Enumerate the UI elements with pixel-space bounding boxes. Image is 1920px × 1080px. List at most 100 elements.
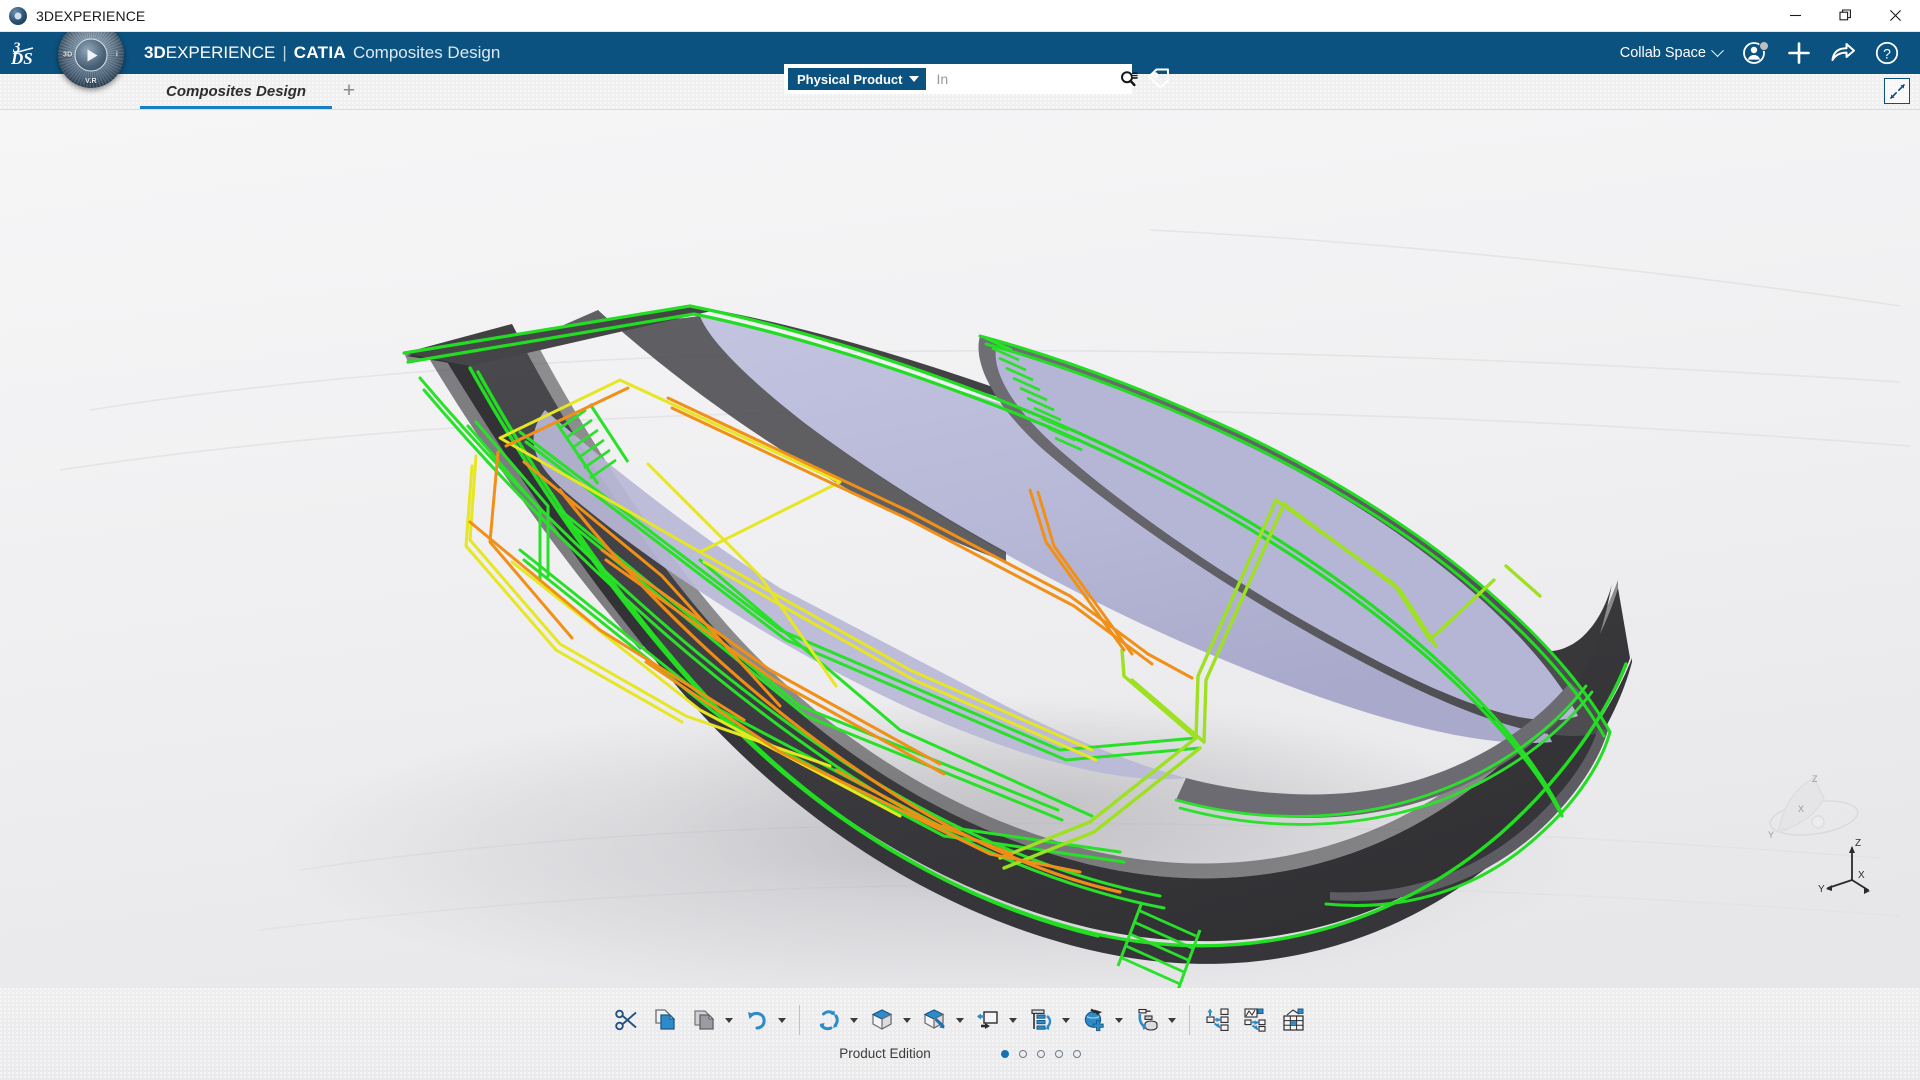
brand-experience: EXPERIENCE bbox=[165, 43, 276, 62]
user-account-button[interactable] bbox=[1734, 32, 1776, 74]
add-tab-button[interactable]: + bbox=[332, 73, 366, 109]
sphere-plus-icon bbox=[1084, 1008, 1104, 1032]
share-arrow-icon bbox=[1831, 43, 1855, 61]
svg-text:?: ? bbox=[1883, 46, 1891, 62]
replace-component-dropdown-caret[interactable] bbox=[1166, 1001, 1179, 1039]
solid-cube-button[interactable] bbox=[863, 1001, 901, 1039]
cube-icon bbox=[871, 1009, 892, 1031]
3ds-logo-icon[interactable]: 3 DS bbox=[0, 32, 52, 74]
pattern-button[interactable] bbox=[1199, 1001, 1237, 1039]
window-title: 3DEXPERIENCE bbox=[36, 7, 146, 24]
scissors-icon bbox=[614, 1009, 637, 1031]
chevron-down-icon bbox=[1009, 1017, 1017, 1023]
edit-pattern-button[interactable] bbox=[1237, 1001, 1275, 1039]
collab-space-label: Collab Space bbox=[1619, 45, 1706, 61]
notification-badge bbox=[1759, 41, 1769, 51]
table-button[interactable] bbox=[1275, 1001, 1313, 1039]
solid-cube-dropdown-caret[interactable] bbox=[901, 1001, 914, 1039]
3d-viewport[interactable]: Z Y X Z Y X bbox=[0, 110, 1920, 1080]
grid-table-icon bbox=[1282, 1008, 1304, 1031]
toolbar-row bbox=[608, 998, 1313, 1042]
chevron-down-icon bbox=[1168, 1017, 1176, 1023]
update-button[interactable] bbox=[810, 1001, 848, 1039]
collab-space-selector[interactable]: Collab Space bbox=[1610, 43, 1732, 61]
search-scope-chip[interactable]: Physical Product bbox=[788, 68, 927, 90]
refresh-cycle-icon bbox=[819, 1010, 839, 1031]
add-component-button[interactable] bbox=[1075, 1001, 1113, 1039]
help-button[interactable]: ? bbox=[1866, 32, 1908, 74]
grid-edit-arrows-icon bbox=[1243, 1008, 1266, 1032]
window-controls bbox=[1770, 0, 1920, 32]
update-control bbox=[809, 1000, 862, 1040]
undo-control bbox=[737, 1000, 790, 1040]
paste-dropdown-caret[interactable] bbox=[723, 1001, 736, 1039]
add-tab-label: + bbox=[342, 79, 356, 102]
compass-label-right: i bbox=[115, 51, 118, 59]
brand-catia: CATIA bbox=[293, 43, 346, 62]
brand-app-name: Composites Design bbox=[352, 43, 501, 62]
add-component-control bbox=[1074, 1000, 1127, 1040]
toolbar-separator bbox=[798, 1005, 800, 1035]
plus-icon bbox=[1788, 42, 1810, 64]
collapse-panel-button[interactable] bbox=[1884, 78, 1910, 104]
add-button[interactable] bbox=[1778, 32, 1820, 74]
pagination-dot-2[interactable] bbox=[1018, 1049, 1027, 1058]
paste-button[interactable] bbox=[685, 1001, 723, 1039]
search-box[interactable]: Physical Product bbox=[784, 64, 1139, 94]
reframe-control bbox=[968, 1000, 1021, 1040]
search-submit-button[interactable] bbox=[1117, 67, 1141, 91]
add-component-dropdown-caret[interactable] bbox=[1113, 1001, 1126, 1039]
compass-center-button[interactable] bbox=[74, 38, 108, 72]
brand-3d: 3D bbox=[144, 43, 166, 62]
tag-filter-button[interactable] bbox=[1142, 64, 1176, 94]
restore-button[interactable] bbox=[1820, 0, 1870, 32]
restore-icon bbox=[1838, 9, 1851, 21]
reframe-button[interactable] bbox=[969, 1001, 1007, 1039]
close-button[interactable] bbox=[1870, 0, 1920, 32]
undo-dropdown-caret[interactable] bbox=[776, 1001, 789, 1039]
share-button[interactable] bbox=[1822, 32, 1864, 74]
tree-list-arrow-icon bbox=[1030, 1009, 1051, 1030]
chevron-down-icon bbox=[778, 1017, 786, 1023]
app-header: 3 DS 3D EXPERIENCE | CATIA Composites Des… bbox=[0, 32, 1920, 94]
tab-composites-design[interactable]: Composites Design bbox=[140, 73, 333, 109]
cut-button[interactable] bbox=[608, 1001, 646, 1039]
tree-reorder-button[interactable] bbox=[1022, 1001, 1060, 1039]
cube-arrow-button[interactable] bbox=[916, 1001, 954, 1039]
replace-component-control bbox=[1127, 1000, 1180, 1040]
tag-icon bbox=[1148, 68, 1169, 89]
pagination-dot-1[interactable] bbox=[1000, 1049, 1009, 1058]
status-row: Product Edition bbox=[839, 1046, 1081, 1061]
pagination-dot-3[interactable] bbox=[1036, 1049, 1045, 1058]
copy-pages-icon bbox=[654, 1009, 675, 1030]
toolbar-pagination bbox=[1000, 1049, 1081, 1058]
status-label: Product Edition bbox=[839, 1046, 931, 1061]
update-dropdown-caret[interactable] bbox=[848, 1001, 861, 1039]
cube-arrow-dropdown-caret[interactable] bbox=[954, 1001, 967, 1039]
reframe-dropdown-caret[interactable] bbox=[1007, 1001, 1020, 1039]
stack-arrow-icon bbox=[1137, 1008, 1158, 1031]
copy-button[interactable] bbox=[646, 1001, 684, 1039]
grid-arrows-icon bbox=[1205, 1008, 1229, 1031]
chevron-down-icon bbox=[1711, 43, 1724, 57]
compass-label-bottom: V.R bbox=[85, 78, 97, 85]
chevron-down-icon bbox=[725, 1017, 733, 1023]
pagination-dot-4[interactable] bbox=[1054, 1049, 1063, 1058]
bottom-toolbar: Product Edition bbox=[0, 988, 1920, 1080]
search-input[interactable] bbox=[936, 71, 1118, 87]
close-icon bbox=[1889, 10, 1901, 21]
header-actions: Collab Space ? bbox=[1610, 32, 1920, 74]
minimize-icon bbox=[1789, 14, 1801, 17]
tree-reorder-dropdown-caret[interactable] bbox=[1060, 1001, 1073, 1039]
solid-cube-control bbox=[862, 1000, 915, 1040]
search-area: Physical Product bbox=[784, 64, 1176, 94]
undo-arrow-icon bbox=[747, 1011, 766, 1030]
undo-button[interactable] bbox=[738, 1001, 776, 1039]
tab-label: Composites Design bbox=[166, 82, 307, 100]
compass-label-left: 3D bbox=[63, 51, 73, 59]
pagination-dot-5[interactable] bbox=[1072, 1049, 1081, 1058]
chevron-down-icon bbox=[903, 1017, 911, 1023]
replace-component-button[interactable] bbox=[1128, 1001, 1166, 1039]
minimize-button[interactable] bbox=[1770, 0, 1820, 32]
tree-reorder-control bbox=[1021, 1000, 1074, 1040]
